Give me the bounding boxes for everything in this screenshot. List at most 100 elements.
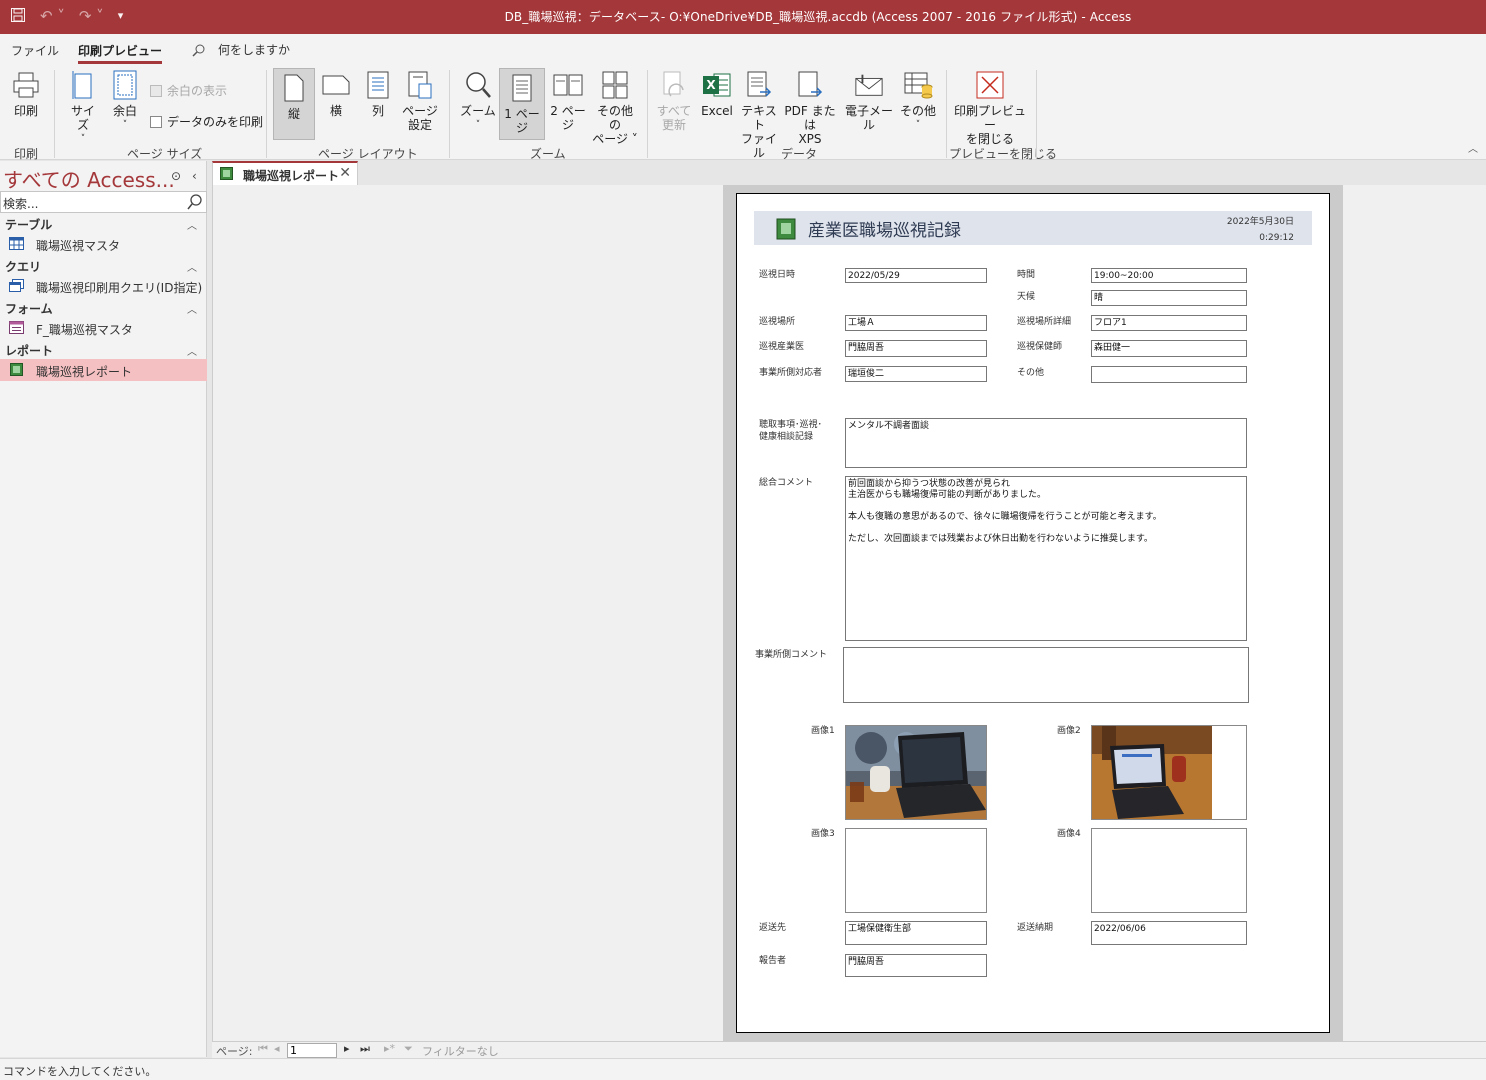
status-text: コマンドを入力してください。 [3,1065,157,1078]
landscape-button[interactable]: 横 [320,68,352,118]
nav-item-query[interactable]: 職場巡視印刷用クエリ(ID指定) [0,275,207,297]
contact-label: 事業所側対応者 [759,368,823,378]
more-export-button[interactable]: その他 ˅ [900,68,936,132]
new-page-icon: ▸* [384,1042,396,1055]
group-zoom-label: ズーム [530,147,566,161]
hearing-label: 聴取事項･巡視･ 健康相談記録 [759,420,823,442]
navigation-pane: すべての Access... ⊙ ‹ 検索... テーブル ︿ 職場巡視マスタ ク… [0,161,207,1057]
pdf-xps-export-button[interactable]: PDF または XPS [782,68,838,146]
visit-date-label: 巡視日時 [759,270,796,280]
columns-icon [363,68,393,102]
pdf-icon [795,68,825,102]
search-icon[interactable] [186,193,204,211]
page-setup-button[interactable]: ページ 設定 [402,68,438,132]
page-number-input[interactable] [287,1043,337,1058]
last-page-icon[interactable]: ⏭ [360,1042,370,1056]
print-button[interactable]: 印刷 [8,68,44,118]
excel-export-button[interactable]: X Excel [700,68,734,118]
next-page-icon[interactable]: ▸ [344,1042,350,1055]
prev-page-icon[interactable]: ◂ [274,1042,280,1055]
visit-date-field: 2022/05/29 [845,268,987,283]
excel-icon: X [702,68,732,102]
multi-page-icon [600,68,630,102]
title-bar: ↶ ˅ ↷ ˅ ▾ DB_職場巡視：データベース- O:¥OneDrive¥DB… [0,0,1486,34]
window-title: DB_職場巡視：データベース- O:¥OneDrive¥DB_職場巡視.accd… [504,10,1132,24]
reporter-label: 報告者 [759,956,787,966]
other-field [1091,366,1247,383]
size-button[interactable]: サイズ ˅ [66,68,100,146]
return-to-field: 工場保健衛生部 [845,921,987,945]
text-file-icon [744,68,774,102]
collapse-nav-icon[interactable]: ‹ [192,169,197,183]
first-page-icon[interactable]: ⏮ [258,1042,268,1056]
query-icon [9,279,24,292]
print-data-only-box [150,115,162,128]
margins-icon [110,68,140,102]
two-pages-button[interactable]: 2 ページ [547,68,589,132]
image4-photo [1091,828,1247,913]
margins-button[interactable]: 余白 ˅ [110,68,140,132]
landscape-page-icon [321,68,351,102]
comment-label: 総合コメント [759,478,814,488]
one-page-button[interactable]: 1 ページ [499,68,545,140]
close-preview-button[interactable]: 印刷プレビュー を閉じる [954,68,1026,146]
collapse-icon: ︿ [187,221,197,232]
zoom-button[interactable]: ズーム ˅ [460,68,496,132]
nav-item-table[interactable]: 職場巡視マスタ [0,233,207,255]
location-detail-label: 巡視場所詳細 [1017,317,1072,327]
nav-search-input[interactable]: 検索... [0,191,207,213]
nav-item-report[interactable]: 職場巡視レポート [0,359,207,381]
text-file-export-button[interactable]: テキスト ファイル [740,68,778,160]
image4-label: 画像4 [1057,829,1081,839]
return-deadline-label: 返送納期 [1017,923,1054,933]
columns-button[interactable]: 列 [362,68,394,118]
location-field: 工場Ａ [845,315,987,331]
collapse-icon: ︿ [187,305,197,316]
email-button[interactable]: 電子メール [842,68,896,132]
ribbon-separator [1036,70,1037,158]
nav-item-form[interactable]: F_職場巡視マスタ [0,317,207,339]
nav-title: すべての Access... [3,168,175,192]
close-tab-icon[interactable]: ✕ [339,165,351,181]
status-bar: コマンドを入力してください。 [0,1058,1486,1080]
image2-photo [1091,725,1247,820]
ribbon-separator [54,70,55,158]
show-margins-checkbox[interactable]: 余白の表示 [150,82,227,99]
close-icon [975,68,1005,102]
filter-status[interactable]: フィルターなし [422,1043,499,1059]
return-deadline-field: 2022/06/06 [1091,921,1247,945]
portrait-page-icon [279,71,309,105]
portrait-button[interactable]: 縦 [273,68,315,140]
tell-me-label: 何をしますか [218,43,291,57]
svg-text:X: X [706,78,716,92]
nav-category-forms[interactable]: フォーム ︿ [0,298,207,318]
report-icon [220,167,233,180]
document-tab[interactable]: 職場巡視レポート ✕ [212,161,358,185]
weather-field: 晴 [1091,290,1247,306]
tab-print-preview[interactable]: 印刷プレビュー [78,42,163,64]
other-label: その他 [1017,368,1045,378]
refresh-all-button[interactable]: すべて 更新 [656,68,692,132]
site-comment-field [843,647,1249,703]
nav-search-placeholder: 検索... [3,197,39,211]
nav-category-tables[interactable]: テーブル ︿ [0,214,207,234]
nav-menu-icon[interactable]: ⊙ [171,169,181,183]
collapse-ribbon-icon[interactable]: ︿ [1468,140,1478,155]
print-data-only-checkbox[interactable]: データのみを印刷 [150,113,263,130]
image3-label: 画像3 [811,829,835,839]
image1-label: 画像1 [811,726,835,736]
ribbon: 印刷 印刷 サイズ ˅ 余白 ˅ 余白の表示 データのみを印刷 ページ サイズ 縦 … [0,64,1486,161]
tab-file[interactable]: ファイル [11,42,59,59]
database-table-icon [903,68,933,102]
report-timestamp: 2022年5月30日 0:29:12 [1227,214,1294,246]
page-nav-label: ページ: [216,1045,253,1058]
nav-category-reports[interactable]: レポート ︿ [0,340,207,360]
site-comment-label: 事業所側コメント [755,650,828,660]
tell-me-box[interactable]: 何をしますか [192,41,290,58]
nav-header[interactable]: すべての Access... ⊙ ‹ [0,161,206,192]
nav-category-queries[interactable]: クエリ ︿ [0,256,207,276]
page-setup-icon [405,68,435,102]
more-pages-button[interactable]: その他の ページ ˅ [592,68,638,146]
weather-label: 天候 [1017,292,1036,302]
table-icon [9,237,24,250]
